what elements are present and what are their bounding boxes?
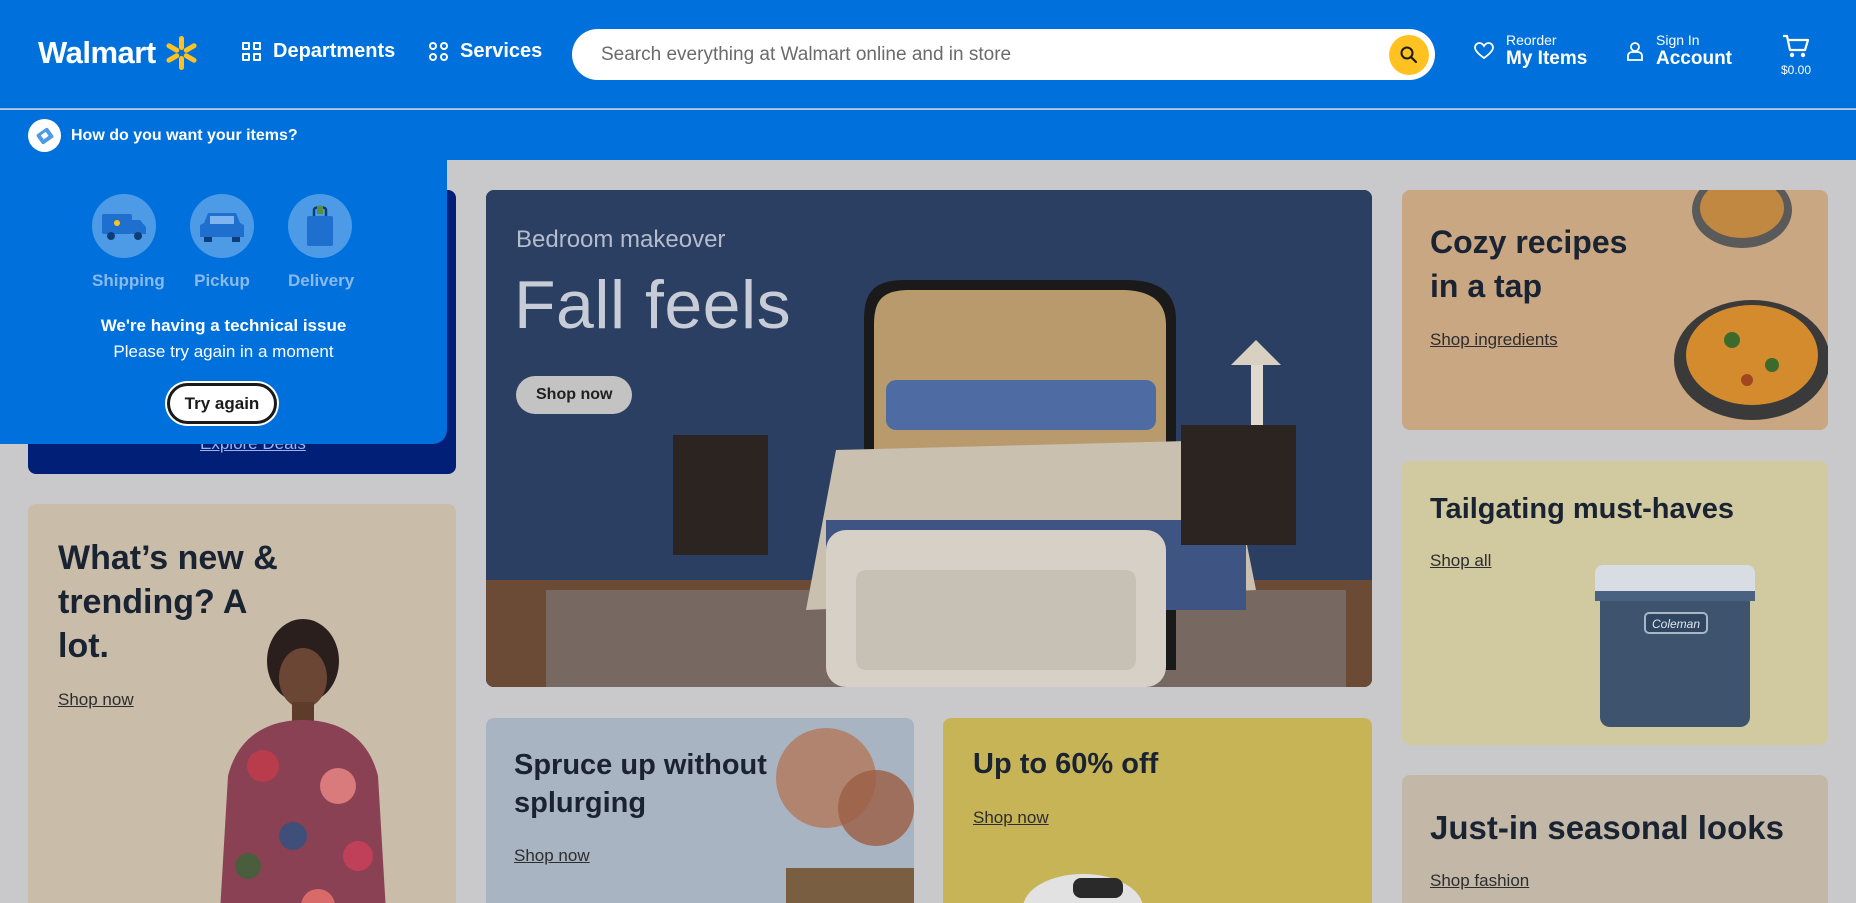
shop-all-link[interactable]: Shop all — [1430, 551, 1491, 571]
pickup-option[interactable]: Pickup — [190, 194, 254, 291]
car-icon — [190, 194, 254, 258]
spark-icon — [162, 34, 200, 72]
services-button[interactable]: Services — [429, 40, 542, 63]
hero-subtitle: Bedroom makeover — [516, 226, 726, 253]
search-button[interactable] — [1389, 35, 1429, 75]
logo-text: Walmart — [38, 35, 156, 70]
hero-shop-button[interactable]: Shop now — [516, 376, 633, 414]
cart-button[interactable]: $0.00 — [1776, 34, 1816, 77]
error-message: Please try again in a moment — [113, 342, 334, 361]
cozy-title: Cozy recipes in a tap — [1430, 224, 1628, 304]
truck-icon — [92, 194, 156, 258]
reorder-link[interactable]: Reorder My Items — [1474, 32, 1587, 70]
fulfillment-toggle[interactable]: How do you want your items? — [28, 119, 298, 152]
try-again-button[interactable]: Try again — [167, 383, 277, 424]
bedroom-image — [486, 190, 1372, 687]
heart-icon — [1474, 42, 1494, 60]
sale-card[interactable]: Up to 60% off Shop now — [943, 718, 1372, 903]
delivery-label: Delivery — [288, 271, 355, 290]
search-bar — [572, 29, 1435, 80]
bag-icon — [288, 194, 352, 258]
cozy-recipes-card[interactable]: Cozy recipes in a tap Shop ingredients — [1402, 190, 1828, 430]
spruce-card[interactable]: Spruce up without splurging Shop now — [486, 718, 914, 903]
search-icon — [1400, 46, 1418, 64]
account-link[interactable]: Sign In Account — [1626, 32, 1732, 70]
sale-shop-link[interactable]: Shop now — [973, 808, 1049, 828]
cart-amount: $0.00 — [1780, 63, 1812, 77]
cart-icon — [1783, 34, 1810, 58]
cooler-image: Coleman — [1595, 565, 1755, 727]
tailgating-card[interactable]: Tailgating must-haves Shop all Coleman — [1402, 461, 1828, 745]
search-input[interactable] — [601, 43, 1361, 66]
appliance-image — [1023, 874, 1143, 903]
user-icon — [1627, 42, 1643, 61]
shipping-option[interactable]: Shipping — [92, 194, 165, 291]
trending-shop-link[interactable]: Shop now — [58, 690, 134, 710]
reorder-small-label: Reorder — [1506, 32, 1557, 48]
shop-ingredients-link[interactable]: Shop ingredients — [1430, 330, 1558, 350]
shipping-label: Shipping — [92, 271, 165, 290]
seasonal-title: Just-in seasonal looks — [1430, 809, 1784, 846]
shop-fashion-link[interactable]: Shop fashion — [1430, 871, 1529, 891]
grid-icon — [242, 42, 261, 61]
fulfillment-prompt: How do you want your items? — [71, 126, 298, 144]
hero-card[interactable]: Bedroom makeover Fall feels Shop now — [486, 190, 1372, 687]
pickup-label: Pickup — [194, 271, 250, 290]
services-icon — [429, 42, 448, 61]
fulfillment-popover: Shipping Pickup Delivery We're having a … — [0, 150, 447, 444]
site-header: Walmart Departments Services Search ever… — [0, 0, 1856, 109]
seasonal-card[interactable]: Just-in seasonal looks Shop fashion — [1402, 775, 1828, 903]
fulfillment-icon — [28, 119, 61, 152]
my-items-label: My Items — [1506, 48, 1588, 69]
sale-title: Up to 60% off — [973, 748, 1159, 780]
trending-card[interactable]: What’s new & trending? A lot. Shop now — [28, 504, 456, 903]
signin-small-label: Sign In — [1656, 32, 1700, 48]
delivery-option[interactable]: Delivery — [288, 194, 355, 291]
account-label: Account — [1656, 48, 1732, 69]
error-title: We're having a technical issue — [100, 316, 347, 335]
departments-button[interactable]: Departments — [242, 40, 395, 63]
spruce-shop-link[interactable]: Shop now — [514, 846, 590, 866]
departments-label: Departments — [273, 40, 396, 62]
services-label: Services — [460, 40, 543, 62]
coleman-logo-text: Coleman — [1652, 617, 1700, 631]
tailgating-title: Tailgating must-haves — [1430, 493, 1735, 525]
hero-title: Fall feels — [514, 267, 792, 343]
walmart-logo[interactable]: Walmart — [38, 34, 200, 72]
model-image — [220, 619, 386, 903]
spruce-title: Spruce up without splurging — [514, 749, 767, 819]
